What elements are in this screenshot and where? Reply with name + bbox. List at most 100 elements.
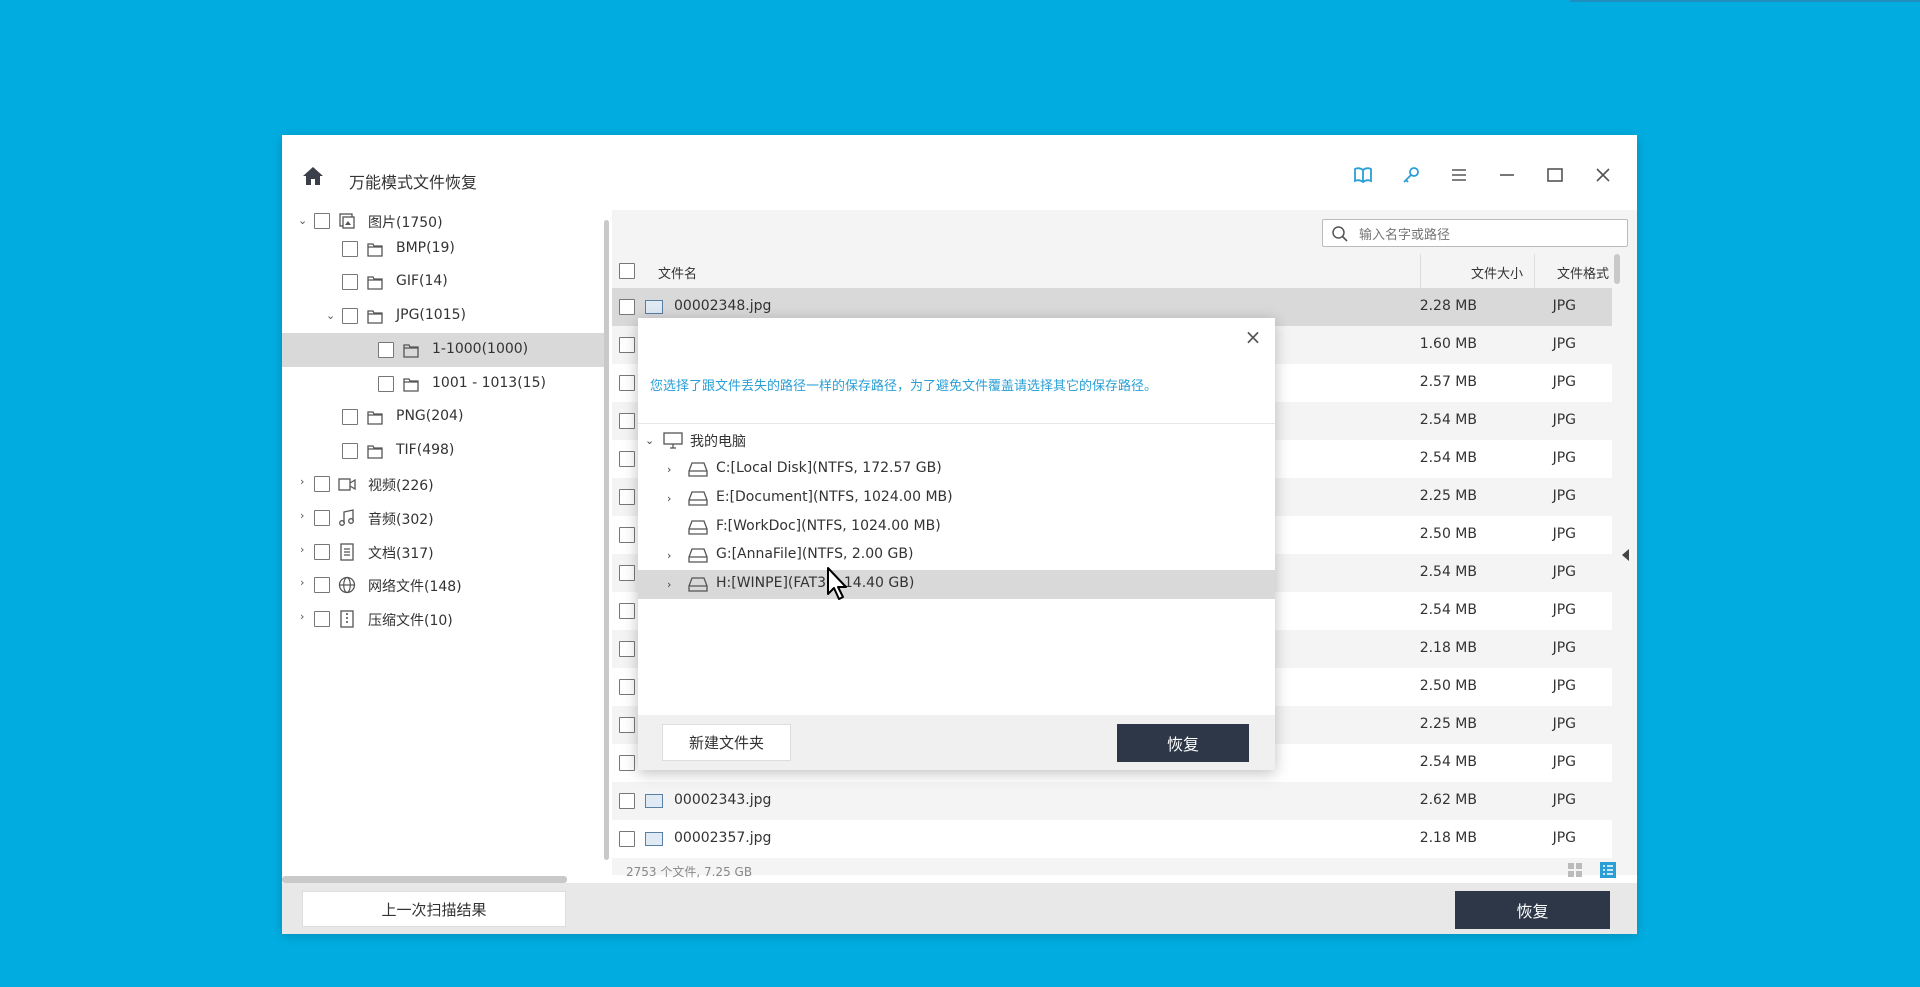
chevron-down-icon[interactable]: ⌄: [298, 215, 308, 226]
minimize-icon[interactable]: [1497, 165, 1517, 185]
tree-item-jpg-1001-1013[interactable]: 1001 - 1013(15): [282, 367, 608, 401]
tree-item-label: F:[WorkDoc](NTFS, 1024.00 MB): [716, 518, 941, 534]
tree-item-drive-e[interactable]: › E:[Document](NTFS, 1024.00 MB): [638, 484, 1275, 513]
tree-scrollbar[interactable]: [604, 220, 609, 860]
tree-checkbox[interactable]: [342, 443, 358, 459]
row-checkbox[interactable]: [619, 679, 635, 695]
chevron-right-icon[interactable]: ›: [667, 549, 671, 562]
panel-collapse-icon[interactable]: [1622, 549, 1629, 561]
window-controls: [1353, 165, 1613, 185]
tree-item-png[interactable]: PNG(204): [282, 400, 608, 434]
row-checkbox[interactable]: [619, 451, 635, 467]
folder-icon: [403, 378, 419, 392]
tree-item-gif[interactable]: GIF(14): [282, 265, 608, 299]
column-header-type[interactable]: 文件格式: [1557, 263, 1609, 282]
row-checkbox[interactable]: [619, 717, 635, 733]
row-checkbox[interactable]: [619, 565, 635, 581]
tree-checkbox[interactable]: [314, 510, 330, 526]
drive-icon: [688, 462, 708, 477]
tree-horizontal-scrollbar[interactable]: [282, 876, 567, 883]
tree-item-audio[interactable]: › 音频(302): [282, 501, 608, 535]
tree-checkbox[interactable]: [378, 342, 394, 358]
tree-item-my-computer[interactable]: ⌄ 我的电脑: [638, 426, 1275, 455]
tree-item-label: 1-1000(1000): [432, 341, 529, 357]
row-checkbox[interactable]: [619, 413, 635, 429]
column-header-name[interactable]: 文件名: [658, 263, 697, 282]
tree-item-bmp[interactable]: BMP(19): [282, 232, 608, 266]
mouse-pointer-icon: [827, 567, 847, 600]
music-note-icon: [339, 509, 354, 526]
chevron-right-icon[interactable]: ›: [300, 544, 310, 555]
column-header-size[interactable]: 文件大小: [1471, 263, 1523, 282]
recover-button[interactable]: 恢复: [1455, 891, 1610, 929]
row-checkbox[interactable]: [619, 793, 635, 809]
chevron-down-icon[interactable]: ⌄: [645, 434, 654, 447]
new-folder-button[interactable]: 新建文件夹: [662, 724, 791, 761]
key-icon[interactable]: [1401, 165, 1421, 185]
row-checkbox[interactable]: [619, 831, 635, 847]
search-input[interactable]: [1359, 224, 1619, 244]
row-checkbox[interactable]: [619, 603, 635, 619]
file-size: 2.54 MB: [1419, 754, 1477, 770]
tree-item-video[interactable]: › 视频(226): [282, 467, 608, 501]
tree-item-drive-g[interactable]: › G:[AnnaFile](NTFS, 2.00 GB): [638, 541, 1275, 570]
menu-icon[interactable]: [1449, 165, 1469, 185]
tree-item-label: 图片(1750): [368, 215, 443, 231]
maximize-icon[interactable]: [1545, 165, 1565, 185]
close-icon[interactable]: [1593, 165, 1613, 185]
chevron-right-icon[interactable]: ›: [300, 577, 310, 588]
file-name: 00002357.jpg: [674, 830, 772, 846]
row-checkbox[interactable]: [619, 641, 635, 657]
search-box[interactable]: [1322, 219, 1628, 247]
home-icon[interactable]: [302, 166, 324, 186]
chevron-right-icon[interactable]: ›: [300, 476, 310, 487]
row-checkbox[interactable]: [619, 489, 635, 505]
file-size: 1.60 MB: [1419, 336, 1477, 352]
file-list-scrollbar[interactable]: [1614, 254, 1620, 284]
tree-checkbox[interactable]: [314, 476, 330, 492]
row-checkbox[interactable]: [619, 527, 635, 543]
grid-view-icon[interactable]: [1567, 862, 1583, 878]
chevron-right-icon[interactable]: ›: [667, 578, 671, 591]
drive-icon: [688, 577, 708, 592]
previous-scan-button[interactable]: 上一次扫描结果: [302, 891, 566, 927]
row-checkbox[interactable]: [619, 375, 635, 391]
chevron-right-icon[interactable]: ›: [667, 492, 671, 505]
column-divider[interactable]: [1420, 254, 1421, 288]
dialog-recover-button[interactable]: 恢复: [1117, 724, 1249, 762]
tree-checkbox[interactable]: [314, 577, 330, 593]
tree-checkbox[interactable]: [314, 213, 330, 229]
tree-item-documents[interactable]: › 文档(317): [282, 535, 608, 569]
chevron-right-icon[interactable]: ›: [300, 611, 310, 622]
tree-item-drive-c[interactable]: › C:[Local Disk](NTFS, 172.57 GB): [638, 455, 1275, 484]
tree-checkbox[interactable]: [342, 409, 358, 425]
row-checkbox[interactable]: [619, 755, 635, 771]
tree-checkbox[interactable]: [342, 274, 358, 290]
tree-checkbox[interactable]: [314, 611, 330, 627]
chevron-right-icon[interactable]: ›: [667, 463, 671, 476]
table-row[interactable]: 00002343.jpg 2.62 MB JPG: [612, 782, 1612, 820]
tree-checkbox[interactable]: [314, 544, 330, 560]
tree-checkbox[interactable]: [378, 376, 394, 392]
column-divider[interactable]: [1534, 254, 1535, 288]
tree-checkbox[interactable]: [342, 308, 358, 324]
table-row[interactable]: 00002357.jpg 2.18 MB JPG: [612, 820, 1612, 858]
tree-item-jpg-1-1000[interactable]: 1-1000(1000): [282, 333, 608, 367]
chevron-right-icon[interactable]: ›: [300, 510, 310, 521]
book-icon[interactable]: [1353, 165, 1373, 185]
tree-item-jpg[interactable]: ⌄ JPG(1015): [282, 299, 608, 333]
tree-checkbox[interactable]: [342, 241, 358, 257]
dialog-close-icon[interactable]: ×: [1243, 327, 1263, 347]
tree-item-tif[interactable]: TIF(498): [282, 434, 608, 468]
row-checkbox[interactable]: [619, 299, 635, 315]
tree-item-network[interactable]: › 网络文件(148): [282, 568, 608, 602]
row-checkbox[interactable]: [619, 337, 635, 353]
tree-item-drive-h[interactable]: › H:[WINPE](FAT32, 14.40 GB): [638, 570, 1275, 599]
select-all-checkbox[interactable]: [619, 263, 635, 279]
tree-item-label: 压缩文件(10): [368, 613, 453, 629]
tree-item-archives[interactable]: › 压缩文件(10): [282, 602, 608, 636]
tree-item-drive-f[interactable]: F:[WorkDoc](NTFS, 1024.00 MB): [638, 513, 1275, 542]
chevron-down-icon[interactable]: ⌄: [326, 310, 336, 321]
folder-icon: [367, 243, 383, 257]
list-view-icon[interactable]: [1600, 862, 1616, 878]
